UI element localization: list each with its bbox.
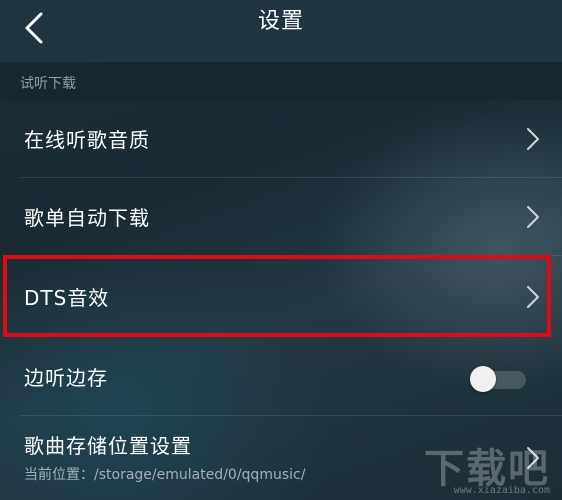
chevron-right-icon	[527, 206, 539, 228]
settings-item-label: 边听边存	[24, 366, 108, 390]
chevron-right-icon	[527, 447, 539, 469]
toggle-thumb	[470, 366, 496, 392]
section-label: 试听下载	[20, 76, 76, 92]
settings-item-storage-location[interactable]: 歌曲存储位置设置 当前位置：/storage/emulated/0/qqmusi…	[0, 416, 562, 500]
chevron-right-icon	[527, 286, 539, 308]
storage-path: 当前位置：/storage/emulated/0/qqmusic/	[24, 467, 306, 483]
settings-item-cache-while-listening[interactable]: 边听边存	[0, 338, 562, 416]
settings-item-playlist-autodownload[interactable]: 歌单自动下载	[0, 178, 562, 256]
page-title: 设置	[257, 9, 304, 34]
app-header: 设置	[0, 0, 562, 62]
settings-item-label: DTS音效	[24, 286, 110, 310]
settings-item-label: 歌单自动下载	[24, 206, 150, 230]
settings-item-label: 在线听歌音质	[24, 128, 150, 152]
section-header: 试听下载	[0, 62, 562, 100]
divider	[20, 255, 562, 256]
cache-toggle[interactable]	[470, 366, 526, 392]
settings-item-dts[interactable]: DTS音效	[0, 258, 562, 336]
settings-item-online-quality[interactable]: 在线听歌音质	[0, 100, 562, 178]
chevron-right-icon	[527, 128, 539, 150]
settings-item-label: 歌曲存储位置设置	[24, 434, 192, 458]
